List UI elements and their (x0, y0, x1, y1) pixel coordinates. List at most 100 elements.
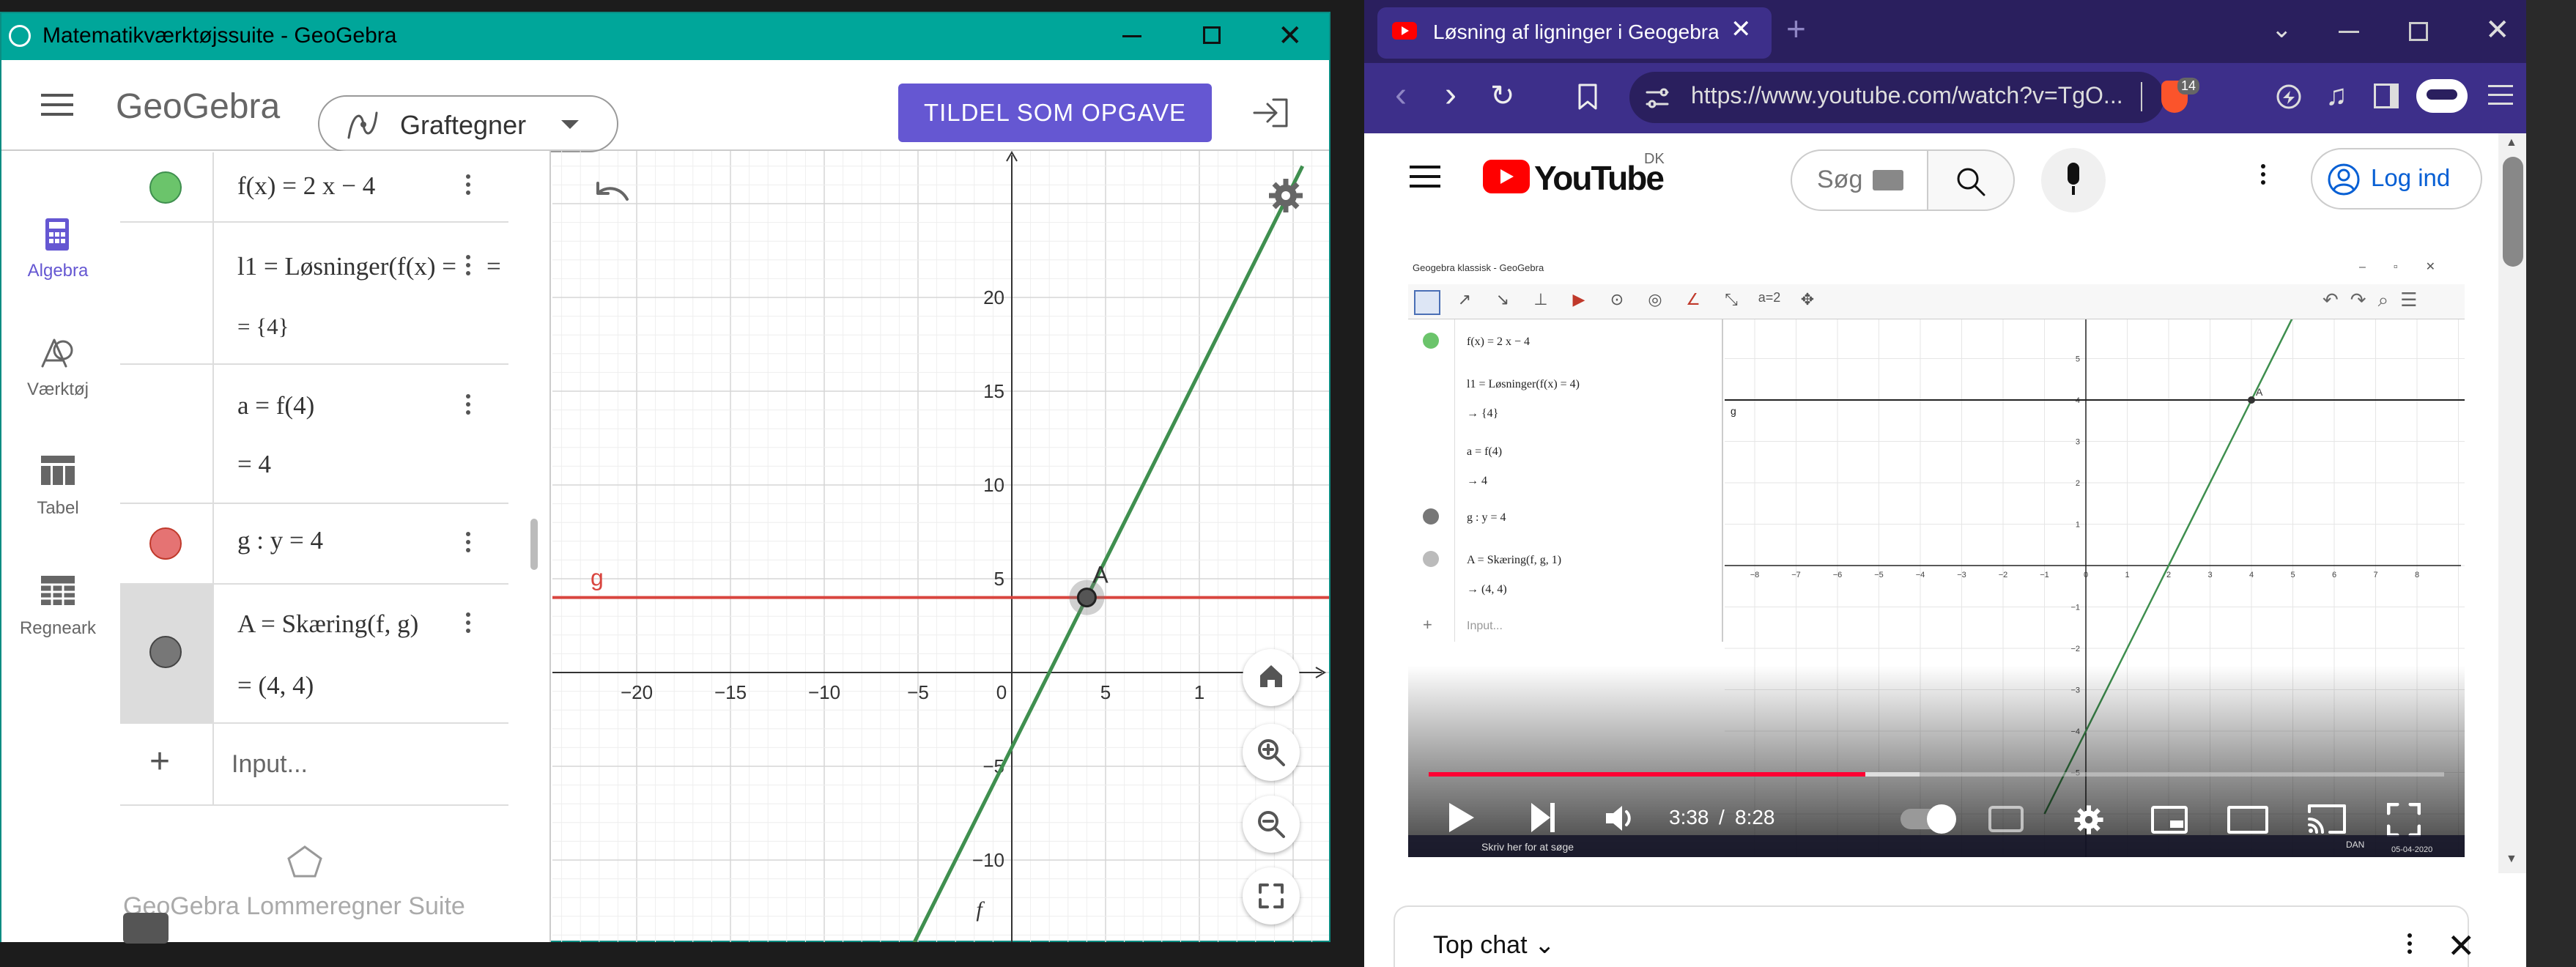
video-algebra-gutter (1408, 319, 1455, 642)
sidebar-icon[interactable] (2374, 84, 2399, 108)
browser-menu-icon[interactable] (2488, 85, 2513, 105)
visibility-dot[interactable] (149, 171, 182, 204)
add-icon[interactable]: + (149, 741, 170, 782)
chat-close-icon[interactable]: ✕ (2447, 926, 2476, 966)
input-row[interactable]: + Input... (120, 724, 508, 806)
tools-icon[interactable] (38, 336, 78, 371)
fullscreen-icon[interactable] (2387, 803, 2421, 837)
table-icon[interactable] (40, 454, 76, 486)
x-tick-label: −5 (1874, 571, 1884, 579)
fullscreen-button[interactable] (1243, 867, 1300, 925)
top-chat-dropdown[interactable]: Top chat ⌄ (1433, 930, 1555, 960)
zoom-in-button[interactable] (1243, 724, 1300, 781)
algebra-row[interactable]: f(x) = 2 x − 4 (120, 152, 508, 223)
video-taskbar-search: Skriv her for at søge (1481, 841, 1574, 853)
nav-table[interactable]: Tabel (1, 498, 114, 519)
site-settings-icon[interactable] (1644, 85, 1670, 111)
algebra-row-text: a = f(4) (237, 391, 315, 420)
tab-close-icon[interactable]: ✕ (1731, 15, 1752, 44)
youtube-logo-icon[interactable] (1483, 160, 1530, 193)
x-tick-label: −10 (808, 681, 840, 703)
x-tick-label: −20 (621, 681, 653, 703)
app-switcher[interactable]: Graftegner (318, 95, 618, 152)
vpn-icon[interactable] (2416, 79, 2468, 113)
keyboard-icon[interactable] (123, 913, 169, 944)
nav-algebra[interactable]: Algebra (1, 261, 114, 281)
visibility-dot[interactable] (149, 636, 182, 668)
scroll-down-icon[interactable]: ▼ (2506, 853, 2517, 866)
time-total: 8:28 (1735, 806, 1775, 829)
algebra-row-value: = 4 (237, 450, 271, 478)
back-icon[interactable]: ‹ (1395, 75, 1407, 115)
maximize-button[interactable] (1203, 26, 1221, 44)
nav-tools[interactable]: Værktøj (1, 379, 114, 400)
video-player[interactable]: Geogebra klassisk - GeoGebra –▫✕ ↗ ↘ ⊥ ▶… (1408, 255, 2465, 857)
graphics-view[interactable]: −20 −15 −10 −5 0 5 1 20 15 10 5 −5 −10 g f A (552, 151, 1329, 942)
y-tick-label: 10 (983, 474, 1004, 496)
more-options-icon[interactable] (466, 255, 470, 275)
algebra-row-value: = (4, 4) (237, 671, 314, 700)
minimize-button[interactable] (1122, 35, 1141, 37)
extension-icon[interactable] (2274, 82, 2303, 111)
captions-icon[interactable] (1988, 806, 2024, 832)
search-button[interactable] (1928, 149, 2015, 211)
video-progress-played[interactable] (1429, 772, 1865, 777)
miniplayer-icon[interactable] (2151, 806, 2188, 834)
next-button[interactable] (1531, 803, 1555, 832)
scroll-up-icon[interactable]: ▲ (2506, 136, 2517, 149)
x-tick-label: 8 (2415, 571, 2419, 579)
spreadsheet-icon[interactable] (40, 574, 76, 607)
browser-maximize-button[interactable] (2409, 22, 2428, 41)
algebra-row-text: A = Skæring(f, g) (237, 610, 419, 638)
browser-minimize-button[interactable] (2339, 31, 2359, 33)
zoom-out-button[interactable] (1243, 796, 1300, 853)
assign-task-button[interactable]: TILDEL SOM OPGAVE (898, 84, 1212, 142)
microphone-icon[interactable] (2041, 148, 2106, 212)
video-window-title: Geogebra klassisk - GeoGebra (1413, 262, 1544, 273)
video-window-controls: –▫✕ (2359, 261, 2463, 273)
reload-icon[interactable]: ↻ (1490, 79, 1515, 113)
more-options-icon[interactable] (466, 394, 470, 415)
cast-icon[interactable] (2306, 803, 2347, 835)
algebra-row[interactable]: l1 = Løsninger(f(x) = = = {4} (120, 223, 508, 365)
keyboard-icon[interactable] (1873, 170, 1903, 190)
more-options-icon[interactable] (466, 612, 470, 633)
close-button[interactable]: ✕ (1278, 19, 1303, 53)
chat-more-icon[interactable] (2407, 933, 2412, 954)
volume-icon[interactable] (1603, 803, 1638, 834)
url-text[interactable]: https://www.youtube.com/watch?v=TgO... (1691, 82, 2123, 109)
media-icon[interactable]: ♫ (2325, 79, 2347, 112)
visibility-dot[interactable] (149, 527, 182, 560)
algebra-row[interactable]: g : y = 4 (120, 504, 508, 585)
page-scrollbar-thumb[interactable] (2503, 157, 2523, 267)
calculator-icon[interactable] (44, 217, 70, 252)
browser-close-button[interactable]: ✕ (2485, 13, 2510, 47)
theater-mode-icon[interactable] (2227, 806, 2268, 834)
youtube-more-icon[interactable] (2261, 164, 2265, 185)
forward-icon[interactable]: › (1445, 75, 1457, 115)
footer-text: GeoGebra Lommeregner Suite (123, 892, 465, 920)
graphics-canvas[interactable]: −20 −15 −10 −5 0 5 12015105−5−10gfA (552, 151, 1329, 942)
input-field[interactable]: Input... (232, 750, 308, 779)
undo-icon[interactable] (592, 180, 632, 210)
bookmark-icon[interactable] (1577, 82, 1599, 111)
play-button[interactable] (1449, 803, 1474, 832)
nav-spreadsheet[interactable]: Regneark (1, 618, 114, 639)
youtube-search-input[interactable]: Søg (1817, 166, 1862, 194)
home-button[interactable] (1243, 649, 1300, 706)
video-settings-icon[interactable] (2072, 803, 2106, 837)
settings-icon[interactable] (1266, 176, 1306, 215)
login-label[interactable]: Log ind (2371, 164, 2450, 192)
new-tab-icon[interactable]: + (1786, 9, 1806, 48)
more-options-icon[interactable] (466, 174, 470, 195)
geogebra-footer-icon (287, 845, 322, 878)
algebra-scrollbar[interactable] (530, 519, 538, 570)
autoplay-toggle[interactable] (1900, 804, 1956, 834)
algebra-row[interactable]: a = f(4) = 4 (120, 365, 508, 504)
more-options-icon[interactable] (466, 532, 470, 552)
sign-in-icon[interactable] (1251, 97, 1289, 129)
algebra-row[interactable]: A = Skæring(f, g) = (4, 4) (120, 585, 508, 724)
tab-list-icon[interactable]: ⌄ (2271, 15, 2292, 44)
menu-icon[interactable] (41, 94, 73, 119)
youtube-menu-icon[interactable] (1410, 166, 1440, 188)
